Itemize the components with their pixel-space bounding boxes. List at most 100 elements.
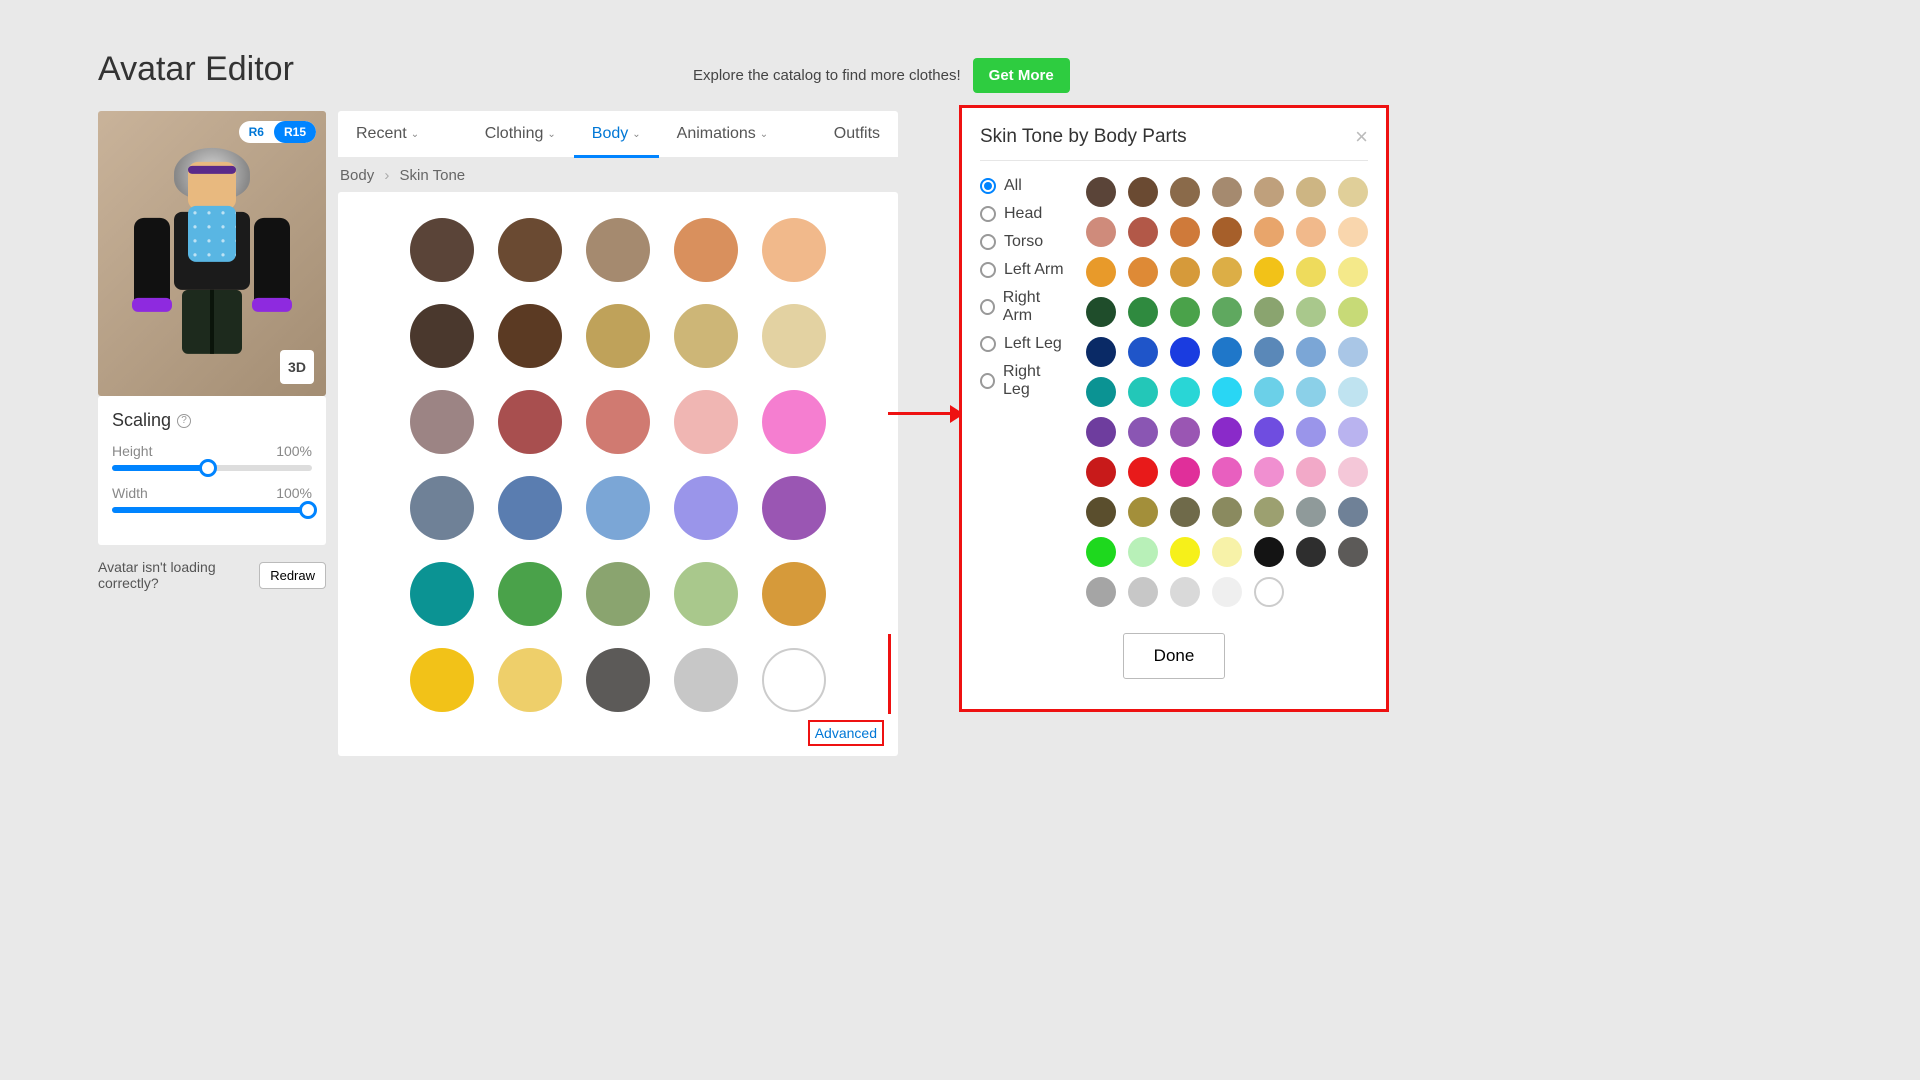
- skin-tone-swatch[interactable]: [1086, 417, 1116, 447]
- skin-tone-swatch[interactable]: [1212, 377, 1242, 407]
- skin-tone-swatch[interactable]: [1170, 537, 1200, 567]
- skin-tone-swatch[interactable]: [1086, 537, 1116, 567]
- skin-tone-swatch[interactable]: [1128, 177, 1158, 207]
- skin-tone-swatch[interactable]: [1254, 257, 1284, 287]
- skin-tone-swatch[interactable]: [1086, 217, 1116, 247]
- skin-tone-swatch[interactable]: [1212, 177, 1242, 207]
- skin-tone-swatch[interactable]: [762, 390, 826, 454]
- tab-clothing[interactable]: Clothing⌄: [467, 111, 574, 157]
- tab-body[interactable]: Body⌄: [574, 111, 659, 157]
- skin-tone-swatch[interactable]: [1170, 257, 1200, 287]
- body-part-radio-torso[interactable]: Torso: [980, 233, 1066, 251]
- skin-tone-swatch[interactable]: [1086, 577, 1116, 607]
- tab-recent[interactable]: Recent⌄: [338, 111, 437, 157]
- skin-tone-swatch[interactable]: [586, 476, 650, 540]
- info-icon[interactable]: ?: [177, 414, 191, 428]
- skin-tone-swatch[interactable]: [674, 218, 738, 282]
- skin-tone-swatch[interactable]: [1296, 217, 1326, 247]
- skin-tone-swatch[interactable]: [410, 648, 474, 712]
- skin-tone-swatch[interactable]: [1170, 177, 1200, 207]
- skin-tone-swatch[interactable]: [1212, 217, 1242, 247]
- tab-outfits[interactable]: Outfits: [816, 111, 898, 157]
- skin-tone-swatch[interactable]: [586, 390, 650, 454]
- skin-tone-swatch[interactable]: [1212, 337, 1242, 367]
- skin-tone-swatch[interactable]: [410, 476, 474, 540]
- skin-tone-swatch[interactable]: [1170, 297, 1200, 327]
- skin-tone-swatch[interactable]: [1254, 457, 1284, 487]
- skin-tone-swatch[interactable]: [1086, 337, 1116, 367]
- skin-tone-swatch[interactable]: [762, 562, 826, 626]
- skin-tone-swatch[interactable]: [1296, 257, 1326, 287]
- skin-tone-swatch[interactable]: [1212, 537, 1242, 567]
- redraw-button[interactable]: Redraw: [259, 562, 326, 589]
- skin-tone-swatch[interactable]: [410, 304, 474, 368]
- skin-tone-swatch[interactable]: [1128, 537, 1158, 567]
- skin-tone-swatch[interactable]: [498, 304, 562, 368]
- avatar-preview[interactable]: R6 R15 3D: [98, 111, 326, 396]
- width-slider[interactable]: [112, 507, 312, 513]
- skin-tone-swatch[interactable]: [1254, 337, 1284, 367]
- skin-tone-swatch[interactable]: [1128, 337, 1158, 367]
- skin-tone-swatch[interactable]: [586, 648, 650, 712]
- skin-tone-swatch[interactable]: [1128, 497, 1158, 527]
- skin-tone-swatch[interactable]: [1296, 457, 1326, 487]
- skin-tone-swatch[interactable]: [1338, 497, 1368, 527]
- skin-tone-swatch[interactable]: [1296, 417, 1326, 447]
- tab-animations[interactable]: Animations⌄: [659, 111, 787, 157]
- breadcrumb-root[interactable]: Body: [340, 167, 374, 184]
- skin-tone-swatch[interactable]: [1296, 377, 1326, 407]
- skin-tone-swatch[interactable]: [1212, 457, 1242, 487]
- skin-tone-swatch[interactable]: [674, 476, 738, 540]
- skin-tone-swatch[interactable]: [1170, 337, 1200, 367]
- skin-tone-swatch[interactable]: [586, 562, 650, 626]
- body-part-radio-right-leg[interactable]: Right Leg: [980, 363, 1066, 399]
- skin-tone-swatch[interactable]: [1212, 577, 1242, 607]
- skin-tone-swatch[interactable]: [1086, 497, 1116, 527]
- skin-tone-swatch[interactable]: [1338, 177, 1368, 207]
- skin-tone-swatch[interactable]: [498, 648, 562, 712]
- skin-tone-swatch[interactable]: [1086, 377, 1116, 407]
- skin-tone-swatch[interactable]: [1254, 297, 1284, 327]
- body-part-radio-all[interactable]: All: [980, 177, 1066, 195]
- skin-tone-swatch[interactable]: [1170, 577, 1200, 607]
- skin-tone-swatch[interactable]: [1212, 297, 1242, 327]
- done-button[interactable]: Done: [1123, 633, 1226, 679]
- skin-tone-swatch[interactable]: [1170, 457, 1200, 487]
- skin-tone-swatch[interactable]: [586, 304, 650, 368]
- skin-tone-swatch[interactable]: [1296, 497, 1326, 527]
- skin-tone-swatch[interactable]: [498, 390, 562, 454]
- skin-tone-swatch[interactable]: [1212, 417, 1242, 447]
- body-part-radio-right-arm[interactable]: Right Arm: [980, 289, 1066, 325]
- skin-tone-swatch[interactable]: [1212, 497, 1242, 527]
- skin-tone-swatch[interactable]: [1086, 177, 1116, 207]
- skin-tone-swatch[interactable]: [1338, 537, 1368, 567]
- skin-tone-swatch[interactable]: [1128, 297, 1158, 327]
- skin-tone-swatch[interactable]: [1086, 257, 1116, 287]
- skin-tone-swatch[interactable]: [1338, 297, 1368, 327]
- body-part-radio-left-arm[interactable]: Left Arm: [980, 261, 1066, 279]
- skin-tone-swatch[interactable]: [1296, 537, 1326, 567]
- skin-tone-swatch[interactable]: [762, 304, 826, 368]
- skin-tone-swatch[interactable]: [1254, 177, 1284, 207]
- skin-tone-swatch[interactable]: [1338, 457, 1368, 487]
- skin-tone-swatch[interactable]: [586, 218, 650, 282]
- skin-tone-swatch[interactable]: [1254, 497, 1284, 527]
- skin-tone-swatch[interactable]: [1170, 377, 1200, 407]
- skin-tone-swatch[interactable]: [498, 218, 562, 282]
- skin-tone-swatch[interactable]: [1128, 257, 1158, 287]
- advanced-link[interactable]: Advanced: [808, 720, 884, 746]
- skin-tone-swatch[interactable]: [762, 218, 826, 282]
- skin-tone-swatch[interactable]: [498, 562, 562, 626]
- skin-tone-swatch[interactable]: [1212, 257, 1242, 287]
- skin-tone-swatch[interactable]: [674, 304, 738, 368]
- skin-tone-swatch[interactable]: [1338, 257, 1368, 287]
- skin-tone-swatch[interactable]: [1128, 417, 1158, 447]
- skin-tone-swatch[interactable]: [762, 476, 826, 540]
- skin-tone-swatch[interactable]: [1254, 537, 1284, 567]
- skin-tone-swatch[interactable]: [410, 218, 474, 282]
- skin-tone-swatch[interactable]: [410, 390, 474, 454]
- toggle-3d-button[interactable]: 3D: [280, 350, 314, 384]
- skin-tone-swatch[interactable]: [1128, 217, 1158, 247]
- skin-tone-swatch[interactable]: [498, 476, 562, 540]
- skin-tone-swatch[interactable]: [1254, 377, 1284, 407]
